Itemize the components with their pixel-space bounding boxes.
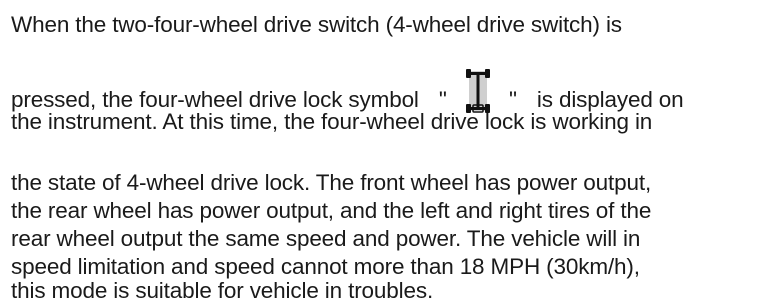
paragraph-line-4: the state of 4-wheel drive lock. The fro… xyxy=(11,170,652,195)
paragraph-line-3: the instrument. At this time, the four-w… xyxy=(11,109,653,134)
paragraph-line-2: pressed, the four-wheel drive lock symbo… xyxy=(11,69,781,113)
paragraph-line-8: this mode is suitable for vehicle in tro… xyxy=(11,278,434,303)
paragraph-line-5: the rear wheel has power output, and the… xyxy=(11,198,652,223)
paragraph-line-6: rear wheel output the same speed and pow… xyxy=(11,226,641,251)
paragraph-line-1: When the two-four-wheel drive switch (4-… xyxy=(11,12,622,37)
